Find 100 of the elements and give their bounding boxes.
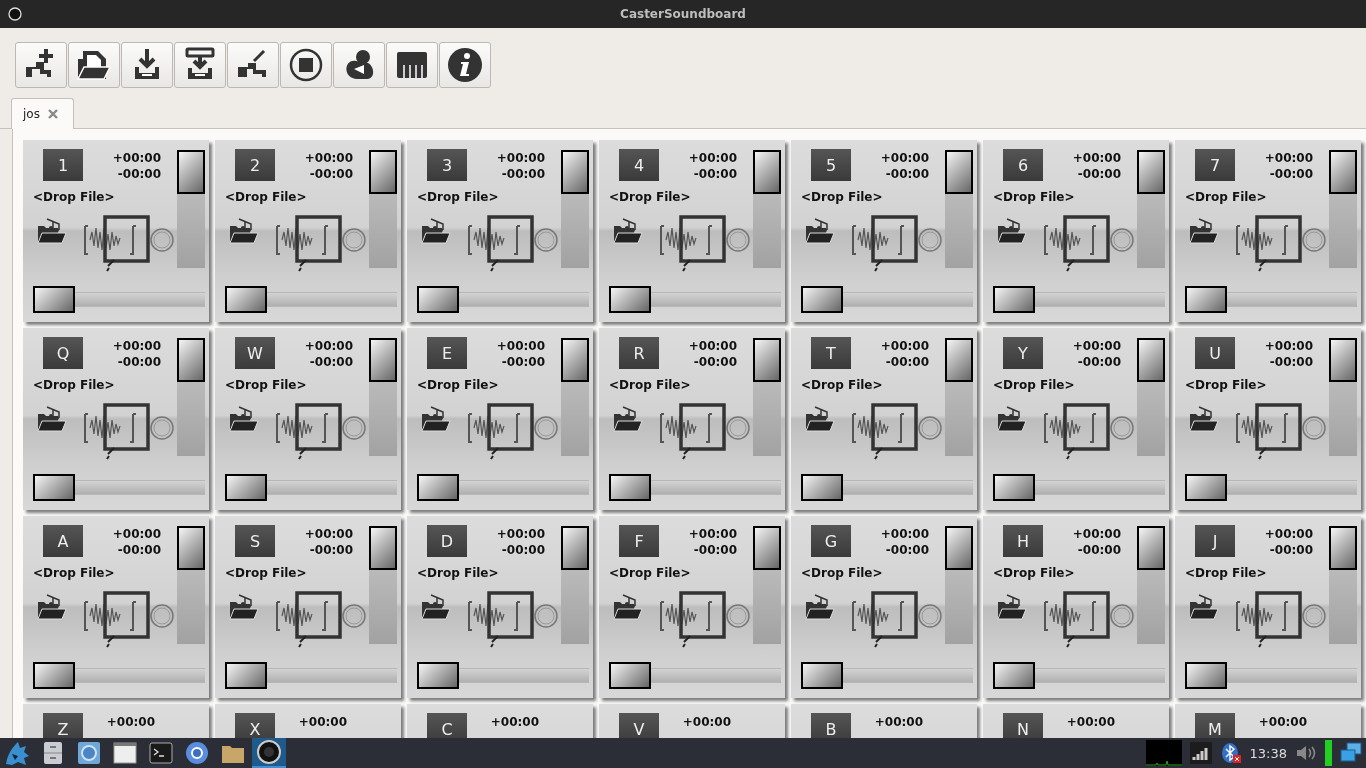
volume-slider[interactable] xyxy=(561,526,589,644)
folder-music-icon[interactable] xyxy=(421,592,451,620)
volume-slider[interactable] xyxy=(1329,150,1357,268)
network-icon[interactable] xyxy=(1340,742,1362,764)
volume-slider[interactable] xyxy=(369,150,397,268)
folder-music-icon[interactable] xyxy=(37,404,67,432)
folder-music-icon[interactable] xyxy=(613,592,643,620)
volume-slider[interactable] xyxy=(1329,526,1357,644)
slider-thumb[interactable] xyxy=(417,286,459,313)
volume-slider[interactable] xyxy=(177,526,205,644)
download-tray-button[interactable] xyxy=(121,42,173,88)
slider-thumb[interactable] xyxy=(1185,662,1227,689)
volume-slider[interactable] xyxy=(1329,338,1357,456)
slider-thumb[interactable] xyxy=(801,286,843,313)
tab[interactable]: jos xyxy=(11,98,74,129)
folder-music-icon[interactable] xyxy=(229,404,259,432)
info-button[interactable] xyxy=(439,42,491,88)
slider-thumb[interactable] xyxy=(561,526,589,570)
folder-music-icon[interactable] xyxy=(37,216,67,244)
volume-slider[interactable] xyxy=(753,150,781,268)
volume-slider[interactable] xyxy=(369,526,397,644)
volume-slider[interactable] xyxy=(1137,526,1165,644)
volume-slider[interactable] xyxy=(945,338,973,456)
add-tab-button[interactable] xyxy=(15,42,67,88)
slider-thumb[interactable] xyxy=(33,286,75,313)
folder-music-icon[interactable] xyxy=(1189,592,1219,620)
volume-slider[interactable] xyxy=(753,338,781,456)
folder-music-icon[interactable] xyxy=(805,592,835,620)
slider-thumb[interactable] xyxy=(1185,474,1227,501)
edit-tab-button[interactable] xyxy=(227,42,279,88)
slider-thumb[interactable] xyxy=(225,662,267,689)
folder-music-icon[interactable] xyxy=(421,404,451,432)
slider-thumb[interactable] xyxy=(369,526,397,570)
open-folder-button[interactable] xyxy=(68,42,120,88)
volume-slider[interactable] xyxy=(177,338,205,456)
slider-thumb[interactable] xyxy=(1137,338,1165,382)
piano-keys-button[interactable] xyxy=(386,42,438,88)
slider-thumb[interactable] xyxy=(609,286,651,313)
slider-thumb[interactable] xyxy=(561,150,589,194)
slider-thumb[interactable] xyxy=(225,286,267,313)
slider-thumb[interactable] xyxy=(945,150,973,194)
slider-thumb[interactable] xyxy=(1137,150,1165,194)
folder-music-icon[interactable] xyxy=(613,216,643,244)
folder-music-icon[interactable] xyxy=(805,404,835,432)
slider-thumb[interactable] xyxy=(945,338,973,382)
volume-slider[interactable] xyxy=(945,150,973,268)
slider-thumb[interactable] xyxy=(609,474,651,501)
folder-music-icon[interactable] xyxy=(229,216,259,244)
slider-thumb[interactable] xyxy=(993,662,1035,689)
slider-thumb[interactable] xyxy=(369,150,397,194)
slider-thumb[interactable] xyxy=(1329,526,1357,570)
slider-thumb[interactable] xyxy=(753,526,781,570)
volume-slider[interactable] xyxy=(1137,338,1165,456)
folder-music-icon[interactable] xyxy=(1189,404,1219,432)
slider-thumb[interactable] xyxy=(177,526,205,570)
slider-thumb[interactable] xyxy=(1329,150,1357,194)
volume-slider[interactable] xyxy=(561,150,589,268)
close-icon[interactable] xyxy=(46,108,59,120)
slider-thumb[interactable] xyxy=(945,526,973,570)
folder-music-icon[interactable] xyxy=(613,404,643,432)
volume-slider[interactable] xyxy=(945,526,973,644)
folder-music-icon[interactable] xyxy=(997,216,1027,244)
slider-thumb[interactable] xyxy=(177,150,205,194)
folder-music-icon[interactable] xyxy=(229,592,259,620)
slider-thumb[interactable] xyxy=(1329,338,1357,382)
window-menu-icon[interactable] xyxy=(8,7,22,21)
slider-thumb[interactable] xyxy=(369,338,397,382)
slider-thumb[interactable] xyxy=(1137,526,1165,570)
folder-music-icon[interactable] xyxy=(805,216,835,244)
volume-slider[interactable] xyxy=(369,338,397,456)
slider-thumb[interactable] xyxy=(177,338,205,382)
taskbar-app[interactable] xyxy=(252,738,286,768)
signal-icon[interactable] xyxy=(1189,742,1212,764)
folder-music-icon[interactable] xyxy=(37,592,67,620)
slider-thumb[interactable] xyxy=(417,662,459,689)
slider-thumb[interactable] xyxy=(417,474,459,501)
slider-thumb[interactable] xyxy=(33,474,75,501)
folder-music-icon[interactable] xyxy=(1189,216,1219,244)
volume-slider[interactable] xyxy=(561,338,589,456)
duck-button[interactable] xyxy=(333,42,385,88)
slider-thumb[interactable] xyxy=(993,474,1035,501)
folder-music-icon[interactable] xyxy=(997,592,1027,620)
bluetooth-icon[interactable] xyxy=(1219,742,1242,764)
stop-button[interactable] xyxy=(280,42,332,88)
slider-thumb[interactable] xyxy=(801,474,843,501)
slider-thumb[interactable] xyxy=(753,338,781,382)
folder-music-icon[interactable] xyxy=(997,404,1027,432)
slider-thumb[interactable] xyxy=(609,662,651,689)
volume-slider[interactable] xyxy=(177,150,205,268)
slider-thumb[interactable] xyxy=(225,474,267,501)
slider-thumb[interactable] xyxy=(753,150,781,194)
slider-thumb[interactable] xyxy=(33,662,75,689)
slider-thumb[interactable] xyxy=(993,286,1035,313)
folder-music-icon[interactable] xyxy=(421,216,451,244)
slider-thumb[interactable] xyxy=(801,662,843,689)
volume-slider[interactable] xyxy=(1137,150,1165,268)
volume-slider[interactable] xyxy=(753,526,781,644)
slider-thumb[interactable] xyxy=(1185,286,1227,313)
download-tray-button[interactable] xyxy=(174,42,226,88)
slider-thumb[interactable] xyxy=(561,338,589,382)
